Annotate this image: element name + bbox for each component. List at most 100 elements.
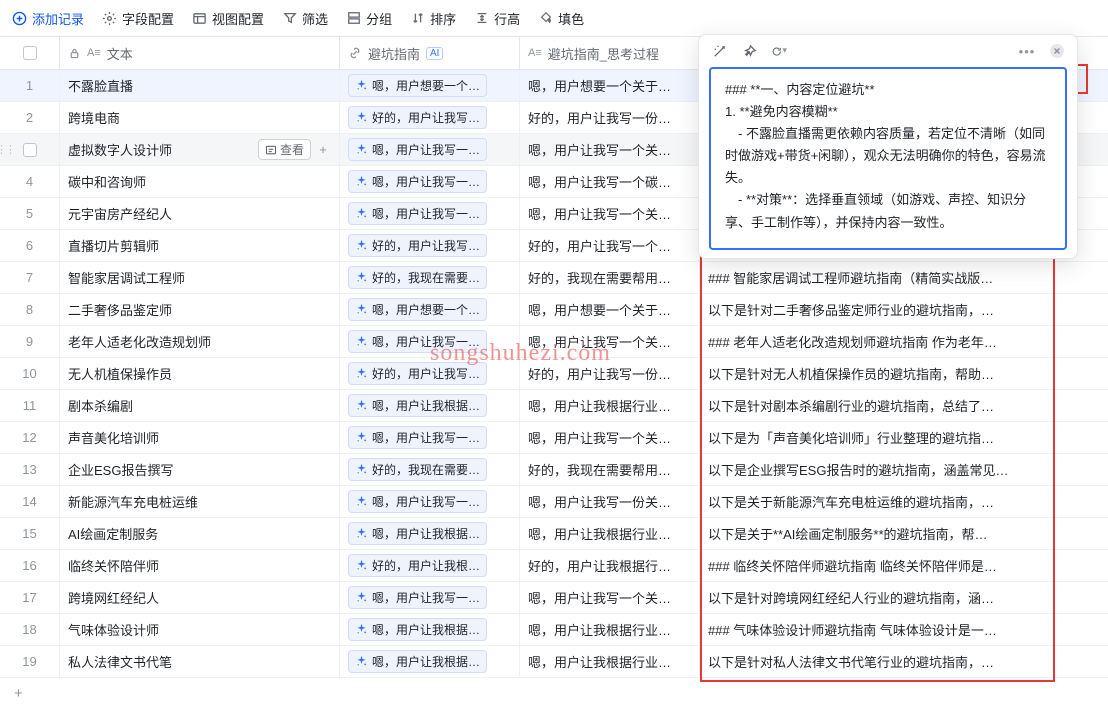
field-config-button[interactable]: 字段配置 — [102, 9, 174, 28]
text-cell[interactable]: 跨境网红经纪人 — [60, 582, 340, 613]
header-checkbox-cell[interactable] — [0, 37, 60, 69]
guide-chip[interactable]: 好的，我现在需要… — [348, 266, 487, 289]
table-row[interactable]: 13企业ESG报告撰写好的，我现在需要…好的，我现在需要帮用…以下是企业撰写ES… — [0, 454, 1108, 486]
guide-cell[interactable]: 嗯，用户让我根据… — [340, 614, 520, 645]
think-cell[interactable]: 嗯，用户让我根据行业… — [520, 390, 700, 421]
index-cell[interactable]: 16 — [0, 550, 60, 581]
think-cell[interactable]: 嗯，用户让我根据行业… — [520, 646, 700, 677]
think-cell[interactable]: 嗯，用户让我写一个碳… — [520, 166, 700, 197]
guide-chip[interactable]: 嗯，用户想要一个… — [348, 74, 487, 97]
pin-icon[interactable] — [741, 43, 757, 59]
guide-cell[interactable]: 好的，用户让我写… — [340, 230, 520, 261]
think-cell[interactable]: 好的，我现在需要帮用… — [520, 262, 700, 293]
guide-cell[interactable]: 好的，用户让我写… — [340, 102, 520, 133]
header-text[interactable]: A≡ 文本 — [60, 37, 340, 69]
index-cell[interactable]: 4 — [0, 166, 60, 197]
think-cell[interactable]: 嗯，用户让我根据行业… — [520, 614, 700, 645]
guide-cell[interactable]: 嗯，用户让我写一… — [340, 326, 520, 357]
guide-cell[interactable]: 嗯，用户让我写一… — [340, 422, 520, 453]
text-cell[interactable]: 剧本杀编剧 — [60, 390, 340, 421]
table-row[interactable]: 15AI绘画定制服务嗯，用户让我根据…嗯，用户让我根据行业…以下是关于**AI绘… — [0, 518, 1108, 550]
think-cell[interactable]: 好的，用户让我写一份… — [520, 102, 700, 133]
guide-cell[interactable]: 嗯，用户让我写一… — [340, 486, 520, 517]
think-cell[interactable]: 好的，用户让我写一份… — [520, 358, 700, 389]
guide-chip[interactable]: 嗯，用户想要一个… — [348, 298, 487, 321]
index-cell[interactable]: 11 — [0, 390, 60, 421]
add-record-button[interactable]: 添加记录 — [12, 9, 84, 28]
index-cell[interactable]: 19 — [0, 646, 60, 677]
guide-chip[interactable]: 嗯，用户让我写一… — [348, 202, 487, 225]
row-checkbox[interactable] — [23, 143, 37, 157]
detail-cell[interactable]: ### 老年人适老化改造规划师避坑指南 作为老年… — [700, 326, 1048, 357]
table-row[interactable]: 12声音美化培训师嗯，用户让我写一…嗯，用户让我写一个关…以下是为「声音美化培训… — [0, 422, 1108, 454]
guide-cell[interactable]: 好的，我现在需要… — [340, 454, 520, 485]
text-cell[interactable]: 智能家居调试工程师 — [60, 262, 340, 293]
index-cell[interactable]: 10 — [0, 358, 60, 389]
think-cell[interactable]: 嗯，用户让我写一个关… — [520, 198, 700, 229]
table-row[interactable]: 10无人机植保操作员好的，用户让我写…好的，用户让我写一份…以下是针对无人机植保… — [0, 358, 1108, 390]
table-row[interactable]: 9老年人适老化改造规划师嗯，用户让我写一…嗯，用户让我写一个关…### 老年人适… — [0, 326, 1108, 358]
text-cell[interactable]: 二手奢侈品鉴定师 — [60, 294, 340, 325]
guide-cell[interactable]: 嗯，用户让我根据… — [340, 518, 520, 549]
index-cell[interactable]: ⋮⋮ — [0, 134, 60, 165]
guide-chip[interactable]: 嗯，用户让我根据… — [348, 522, 487, 545]
text-cell[interactable]: 元宇宙房产经纪人 — [60, 198, 340, 229]
guide-cell[interactable]: 嗯，用户让我写一… — [340, 198, 520, 229]
think-cell[interactable]: 好的，用户让我根据行… — [520, 550, 700, 581]
row-height-button[interactable]: 行高 — [474, 9, 520, 28]
think-cell[interactable]: 嗯，用户让我写一个关… — [520, 134, 700, 165]
table-row[interactable]: 17跨境网红经纪人嗯，用户让我写一…嗯，用户让我写一个关…以下是针对跨境网红经纪… — [0, 582, 1108, 614]
guide-cell[interactable]: 嗯，用户想要一个… — [340, 70, 520, 101]
table-row[interactable]: 16临终关怀陪伴师好的，用户让我根…好的，用户让我根据行…### 临终关怀陪伴师… — [0, 550, 1108, 582]
text-cell[interactable]: 气味体验设计师 — [60, 614, 340, 645]
think-cell[interactable]: 嗯，用户让我写一份关… — [520, 486, 700, 517]
detail-cell[interactable]: ### 气味体验设计师避坑指南 气味体验设计是一… — [700, 614, 1048, 645]
detail-cell[interactable]: 以下是针对无人机植保操作员的避坑指南，帮助… — [700, 358, 1048, 389]
detail-cell[interactable]: 以下是关于**AI绘画定制服务**的避坑指南，帮… — [700, 518, 1048, 549]
guide-chip[interactable]: 嗯，用户让我根据… — [348, 618, 487, 641]
detail-cell[interactable]: 以下是针对跨境网红经纪人行业的避坑指南，涵… — [700, 582, 1048, 613]
index-cell[interactable]: 5 — [0, 198, 60, 229]
think-cell[interactable]: 嗯，用户让我根据行业… — [520, 518, 700, 549]
drag-handle-icon[interactable]: ⋮⋮ — [0, 143, 14, 156]
index-cell[interactable]: 18 — [0, 614, 60, 645]
filter-button[interactable]: 筛选 — [282, 9, 328, 28]
detail-cell[interactable]: 以下是针对私人法律文书代笔行业的避坑指南，… — [700, 646, 1048, 677]
table-row[interactable]: 7智能家居调试工程师好的，我现在需要…好的，我现在需要帮用…### 智能家居调试… — [0, 262, 1108, 294]
think-cell[interactable]: 嗯，用户让我写一个关… — [520, 326, 700, 357]
detail-cell[interactable]: 以下是针对二手奢侈品鉴定师行业的避坑指南，… — [700, 294, 1048, 325]
index-cell[interactable]: 8 — [0, 294, 60, 325]
guide-cell[interactable]: 嗯，用户让我根据… — [340, 646, 520, 677]
table-row[interactable]: 14新能源汽车充电桩运维嗯，用户让我写一…嗯，用户让我写一份关…以下是关于新能源… — [0, 486, 1108, 518]
sort-button[interactable]: 排序 — [410, 9, 456, 28]
text-cell[interactable]: 跨境电商 — [60, 102, 340, 133]
view-button[interactable]: 查看 — [258, 139, 311, 160]
index-cell[interactable]: 17 — [0, 582, 60, 613]
text-cell[interactable]: 老年人适老化改造规划师 — [60, 326, 340, 357]
index-cell[interactable]: 1 — [0, 70, 60, 101]
index-cell[interactable]: 13 — [0, 454, 60, 485]
guide-chip[interactable]: 嗯，用户让我写一… — [348, 490, 487, 513]
guide-cell[interactable]: 好的，用户让我根… — [340, 550, 520, 581]
table-row[interactable]: 18气味体验设计师嗯，用户让我根据… 嗯，用户让我根据行业…### 气味体验设计师… — [0, 614, 1108, 646]
header-guide[interactable]: 避坑指南 AI — [340, 37, 520, 69]
guide-chip[interactable]: 好的，我现在需要… — [348, 458, 487, 481]
detail-cell[interactable]: ### 临终关怀陪伴师避坑指南 临终关怀陪伴师是… — [700, 550, 1048, 581]
table-row[interactable]: 8二手奢侈品鉴定师嗯，用户想要一个…嗯，用户想要一个关于…以下是针对二手奢侈品鉴… — [0, 294, 1108, 326]
refresh-icon[interactable]: ▾ — [771, 43, 787, 59]
text-cell[interactable]: 临终关怀陪伴师 — [60, 550, 340, 581]
guide-cell[interactable]: 嗯，用户让我写一… — [340, 582, 520, 613]
text-cell[interactable]: 碳中和咨询师 — [60, 166, 340, 197]
guide-chip[interactable]: 嗯，用户让我根据… — [348, 394, 487, 417]
index-cell[interactable]: 6 — [0, 230, 60, 261]
view-config-button[interactable]: 视图配置 — [192, 9, 264, 28]
guide-chip[interactable]: 嗯，用户让我根据… — [348, 650, 487, 673]
guide-chip[interactable]: 嗯，用户让我写一… — [348, 426, 487, 449]
index-cell[interactable]: 7 — [0, 262, 60, 293]
header-think[interactable]: A≡ 避坑指南_思考过程 — [520, 37, 700, 69]
text-cell[interactable]: 私人法律文书代笔 — [60, 646, 340, 677]
group-button[interactable]: 分组 — [346, 9, 392, 28]
guide-cell[interactable]: 好的，用户让我写… — [340, 358, 520, 389]
popup-content[interactable]: ### **一、内容定位避坑** 1. **避免内容模糊** - 不露脸直播需更… — [709, 67, 1067, 250]
close-icon[interactable] — [1049, 43, 1065, 59]
